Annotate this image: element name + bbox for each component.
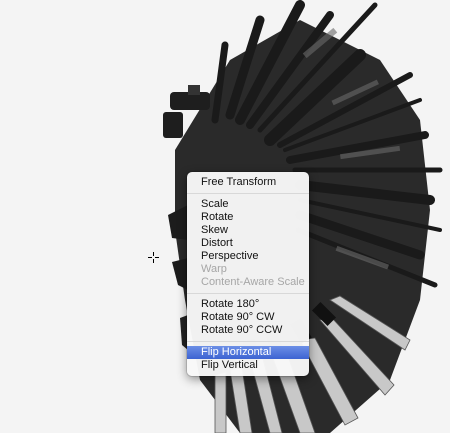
menu-item-rotate-90-cw[interactable]: Rotate 90° CW xyxy=(187,311,309,324)
menu-item-free-transform[interactable]: Free Transform xyxy=(187,176,309,189)
menu-item-perspective[interactable]: Perspective xyxy=(187,250,309,263)
menu-separator xyxy=(187,293,309,294)
menu-item-flip-horizontal[interactable]: Flip Horizontal xyxy=(187,346,309,359)
menu-item-rotate-90-ccw[interactable]: Rotate 90° CCW xyxy=(187,324,309,337)
menu-item-warp: Warp xyxy=(201,263,227,275)
transform-context-menu: Free Transform Scale Rotate Skew Distort… xyxy=(187,172,309,376)
menu-item-skew[interactable]: Skew xyxy=(187,224,309,237)
move-crosshair-icon xyxy=(148,252,159,263)
menu-item-flip-vertical[interactable]: Flip Vertical xyxy=(187,359,309,372)
menu-item-rotate[interactable]: Rotate xyxy=(187,211,309,224)
menu-separator xyxy=(187,193,309,194)
menu-item-scale[interactable]: Scale xyxy=(187,198,309,211)
menu-separator xyxy=(187,341,309,342)
menu-item-rotate-180[interactable]: Rotate 180° xyxy=(187,298,309,311)
menu-item-distort[interactable]: Distort xyxy=(187,237,309,250)
menu-item-content-aware-scale: Content-Aware Scale xyxy=(201,276,305,288)
